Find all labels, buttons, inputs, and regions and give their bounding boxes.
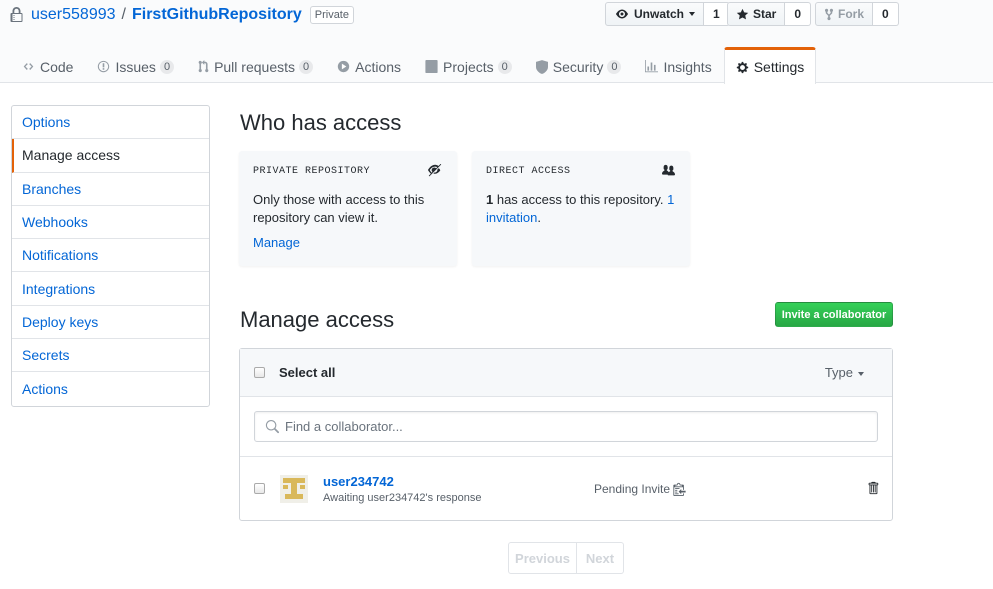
project-icon [425, 60, 438, 73]
collaborator-search-input[interactable] [285, 419, 865, 434]
security-counter: 0 [607, 59, 622, 74]
sidebar-item-branches[interactable]: Branches [12, 173, 209, 206]
lock-icon [10, 7, 23, 22]
tab-security[interactable]: Security 0 [524, 47, 634, 83]
private-badge: Private [309, 6, 354, 24]
clipboard-copy-icon[interactable] [673, 482, 686, 496]
private-box-title: Private repository [253, 166, 371, 177]
pagination: Previous Next [508, 542, 624, 574]
type-filter-dropdown[interactable]: Type [825, 365, 864, 380]
search-icon [265, 419, 279, 433]
sidebar-item-notifications[interactable]: Notifications [12, 239, 209, 273]
tab-actions[interactable]: Actions [325, 47, 413, 83]
tab-code[interactable]: Code [10, 47, 85, 83]
star-group: Star 0 [727, 2, 812, 26]
member-status: Awaiting user234742's response [323, 491, 482, 504]
collaborator-search-box[interactable] [254, 411, 878, 442]
member-checkbox[interactable] [254, 483, 265, 494]
chevron-down-icon [689, 12, 696, 16]
tab-settings[interactable]: Settings [723, 47, 817, 84]
star-icon [736, 8, 749, 19]
star-button[interactable]: Star [727, 2, 786, 26]
play-icon [337, 60, 350, 73]
gear-icon [736, 61, 748, 73]
forks-count[interactable]: 0 [873, 2, 899, 26]
filter-row [240, 397, 892, 457]
who-has-access-heading: Who has access [240, 110, 402, 135]
issue-icon [98, 60, 110, 73]
pull-request-icon [198, 60, 209, 73]
sidebar-item-webhooks[interactable]: Webhooks [12, 206, 209, 240]
repo-nav: Code Issues 0 Pull requests 0 Actions Pr… [10, 47, 817, 84]
tab-issues[interactable]: Issues 0 [85, 47, 186, 83]
pending-invite-status: Pending Invite [594, 482, 686, 496]
sidebar-item-secrets[interactable]: Secrets [12, 339, 209, 373]
fork-icon [824, 8, 834, 20]
select-all-checkbox[interactable] [254, 367, 265, 378]
sidebar-item-deploy-keys[interactable]: Deploy keys [12, 306, 209, 340]
sidebar-item-actions[interactable]: Actions [12, 372, 209, 405]
graph-icon [645, 60, 659, 73]
sidebar-item-integrations[interactable]: Integrations [12, 272, 209, 306]
projects-counter: 0 [497, 59, 512, 74]
member-info: user234742 Awaiting user234742's respons… [323, 474, 481, 504]
trash-icon[interactable] [867, 481, 879, 495]
select-all-label[interactable]: Select all [279, 365, 335, 380]
manage-link[interactable]: Manage [253, 235, 300, 250]
eye-icon [616, 9, 628, 19]
tab-projects[interactable]: Projects 0 [413, 47, 524, 83]
watchers-count[interactable]: 1 [704, 2, 730, 26]
fork-button[interactable]: Fork [815, 2, 874, 26]
member-login-link[interactable]: user234742 [323, 474, 481, 489]
repo-name-link[interactable]: FirstGithubRepository [132, 6, 302, 24]
unwatch-group: Unwatch 1 [605, 2, 730, 26]
stars-count[interactable]: 0 [785, 2, 812, 26]
manage-access-heading: Manage access [240, 307, 395, 332]
panel-header: Select all Type [240, 349, 892, 397]
unwatch-label: Unwatch [634, 7, 685, 21]
next-page-button[interactable]: Next [577, 542, 624, 574]
fork-group: Fork 0 [815, 2, 899, 26]
private-box-text: Only those with access to this repositor… [253, 192, 425, 225]
issues-counter: 0 [159, 59, 175, 74]
people-icon [662, 164, 675, 176]
repo-header: user558993 / FirstGithubRepository Priva… [0, 0, 993, 84]
pulls-counter: 0 [299, 59, 314, 74]
eye-closed-icon [428, 164, 442, 177]
direct-access-box: Direct access 1 has access to this repos… [472, 151, 690, 266]
invite-collaborator-button[interactable]: Invite a collaborator [775, 302, 893, 327]
unwatch-button[interactable]: Unwatch [605, 2, 705, 26]
collaborators-panel: Select all Type user234742 Awaiting user… [239, 348, 893, 521]
repo-title: user558993 / FirstGithubRepository Priva… [10, 4, 354, 26]
private-repository-box: Private repository Only those with acces… [239, 151, 457, 266]
previous-page-button[interactable]: Previous [508, 542, 577, 574]
direct-box-title: Direct access [486, 166, 571, 177]
tab-insights[interactable]: Insights [633, 47, 723, 83]
star-label: Star [753, 7, 777, 21]
path-separator: / [121, 6, 126, 23]
repo-owner-link[interactable]: user558993 [31, 6, 116, 24]
collaborator-row: user234742 Awaiting user234742's respons… [240, 457, 892, 520]
direct-box-text: 1 has access to this repository. 1 invit… [486, 192, 675, 225]
chevron-down-icon [858, 371, 864, 376]
avatar[interactable] [280, 474, 308, 503]
sidebar-item-manage-access[interactable]: Manage access [12, 139, 209, 173]
code-icon [23, 63, 34, 70]
settings-sidebar: Options Manage access Branches Webhooks … [11, 105, 210, 407]
sidebar-item-options[interactable]: Options [12, 106, 209, 140]
shield-icon [535, 59, 548, 74]
tab-pull-requests[interactable]: Pull requests 0 [186, 47, 325, 83]
fork-label: Fork [838, 7, 865, 21]
